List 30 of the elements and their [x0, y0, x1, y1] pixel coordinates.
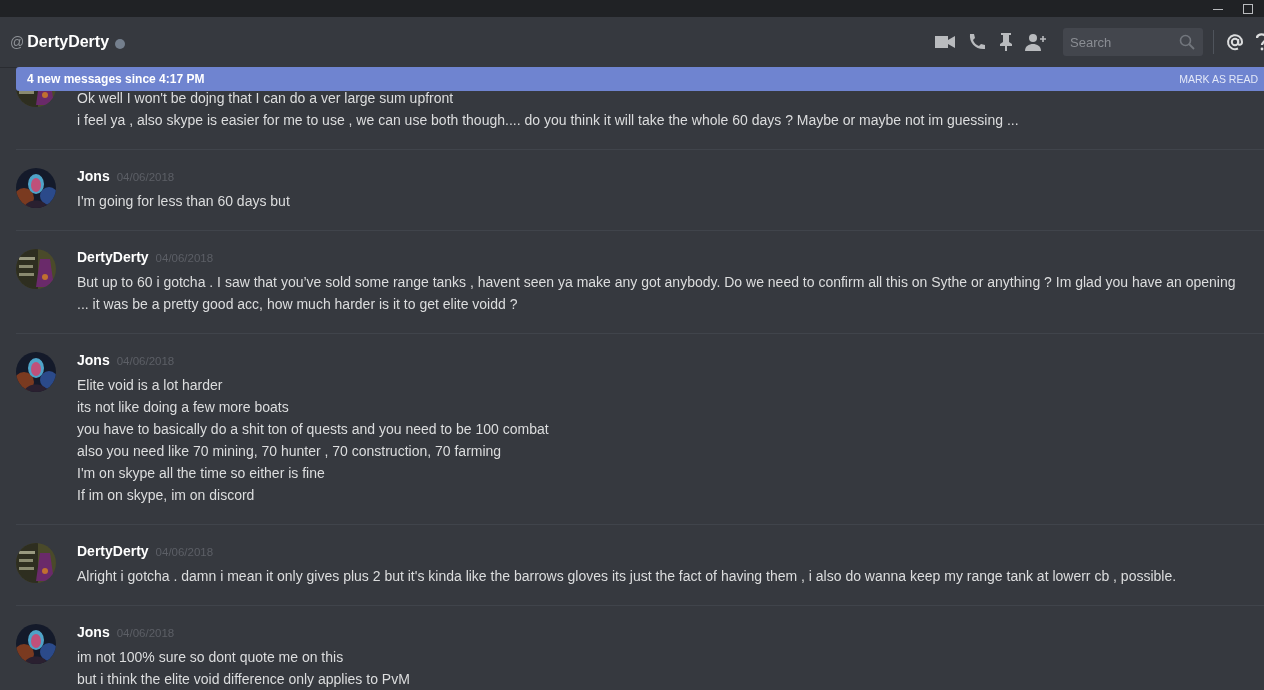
- author-name[interactable]: DertyDerty: [77, 249, 149, 265]
- author-name[interactable]: Jons: [77, 352, 110, 368]
- message-text: im not 100% sure so dont quote me on this: [77, 648, 345, 667]
- message-text: Elite void is a lot harder: [77, 376, 224, 395]
- video-camera-icon[interactable]: [935, 35, 955, 49]
- add-user-icon[interactable]: [1025, 33, 1047, 51]
- at-sign: @: [10, 34, 25, 50]
- message-text: but i think the elite void difference only applies to PvM: [77, 670, 411, 689]
- author-name[interactable]: Jons: [77, 624, 110, 640]
- message-text: If im on skype, im on discord: [77, 486, 256, 505]
- search-field[interactable]: Search: [1063, 28, 1203, 56]
- search-icon: [1179, 34, 1195, 50]
- help-icon[interactable]: [1256, 33, 1264, 51]
- message-text: its not like doing a few more boats: [77, 398, 290, 417]
- channel-title: DertyDerty: [27, 33, 110, 51]
- message-text: But up to 60 i gotcha . I saw that you’ve sold some range tanks , havent seen ya make any got anybody. Do we need to confirm all this on Sythe or anything ? Im glad you have an opening ... it was be a pretty good acc, how much harder is it to get elite voidd ?: [77, 273, 1237, 314]
- message-text: I'm going for less than 60 days but: [77, 192, 291, 211]
- mention-icon[interactable]: [1226, 33, 1244, 51]
- message-text: Alright i gotcha . damn i mean it only gives plus 2 but it's kinda like the barrows gloves its just the fact of having them , i also do wanna keep my range tank at lowerr cb , possible.: [77, 567, 1178, 586]
- maximize-icon[interactable]: [1242, 2, 1254, 15]
- author-name[interactable]: Jons: [77, 168, 110, 184]
- author-name[interactable]: DertyDerty: [77, 543, 149, 559]
- new-messages-text: 4 new messages since 4:17 PM: [27, 72, 205, 86]
- message-text: I'm on skype all the time so either is fine: [77, 464, 326, 483]
- message-text: you have to basically do a shit ton of quests and you need to be 100 combat: [77, 420, 550, 439]
- message-text: i feel ya , also skype is easier for me to use , we can use both though.... do you think it will take the whole 60 days ? Maybe or maybe not im guessing ...: [77, 111, 1020, 130]
- phone-icon[interactable]: [967, 32, 987, 52]
- message-text: also you need like 70 mining, 70 hunter , 70 construction, 70 farming: [77, 442, 503, 461]
- message-text: Ok well I won't be dojng that I can do a ver large sum upfront: [77, 89, 455, 108]
- pin-icon[interactable]: [999, 32, 1013, 52]
